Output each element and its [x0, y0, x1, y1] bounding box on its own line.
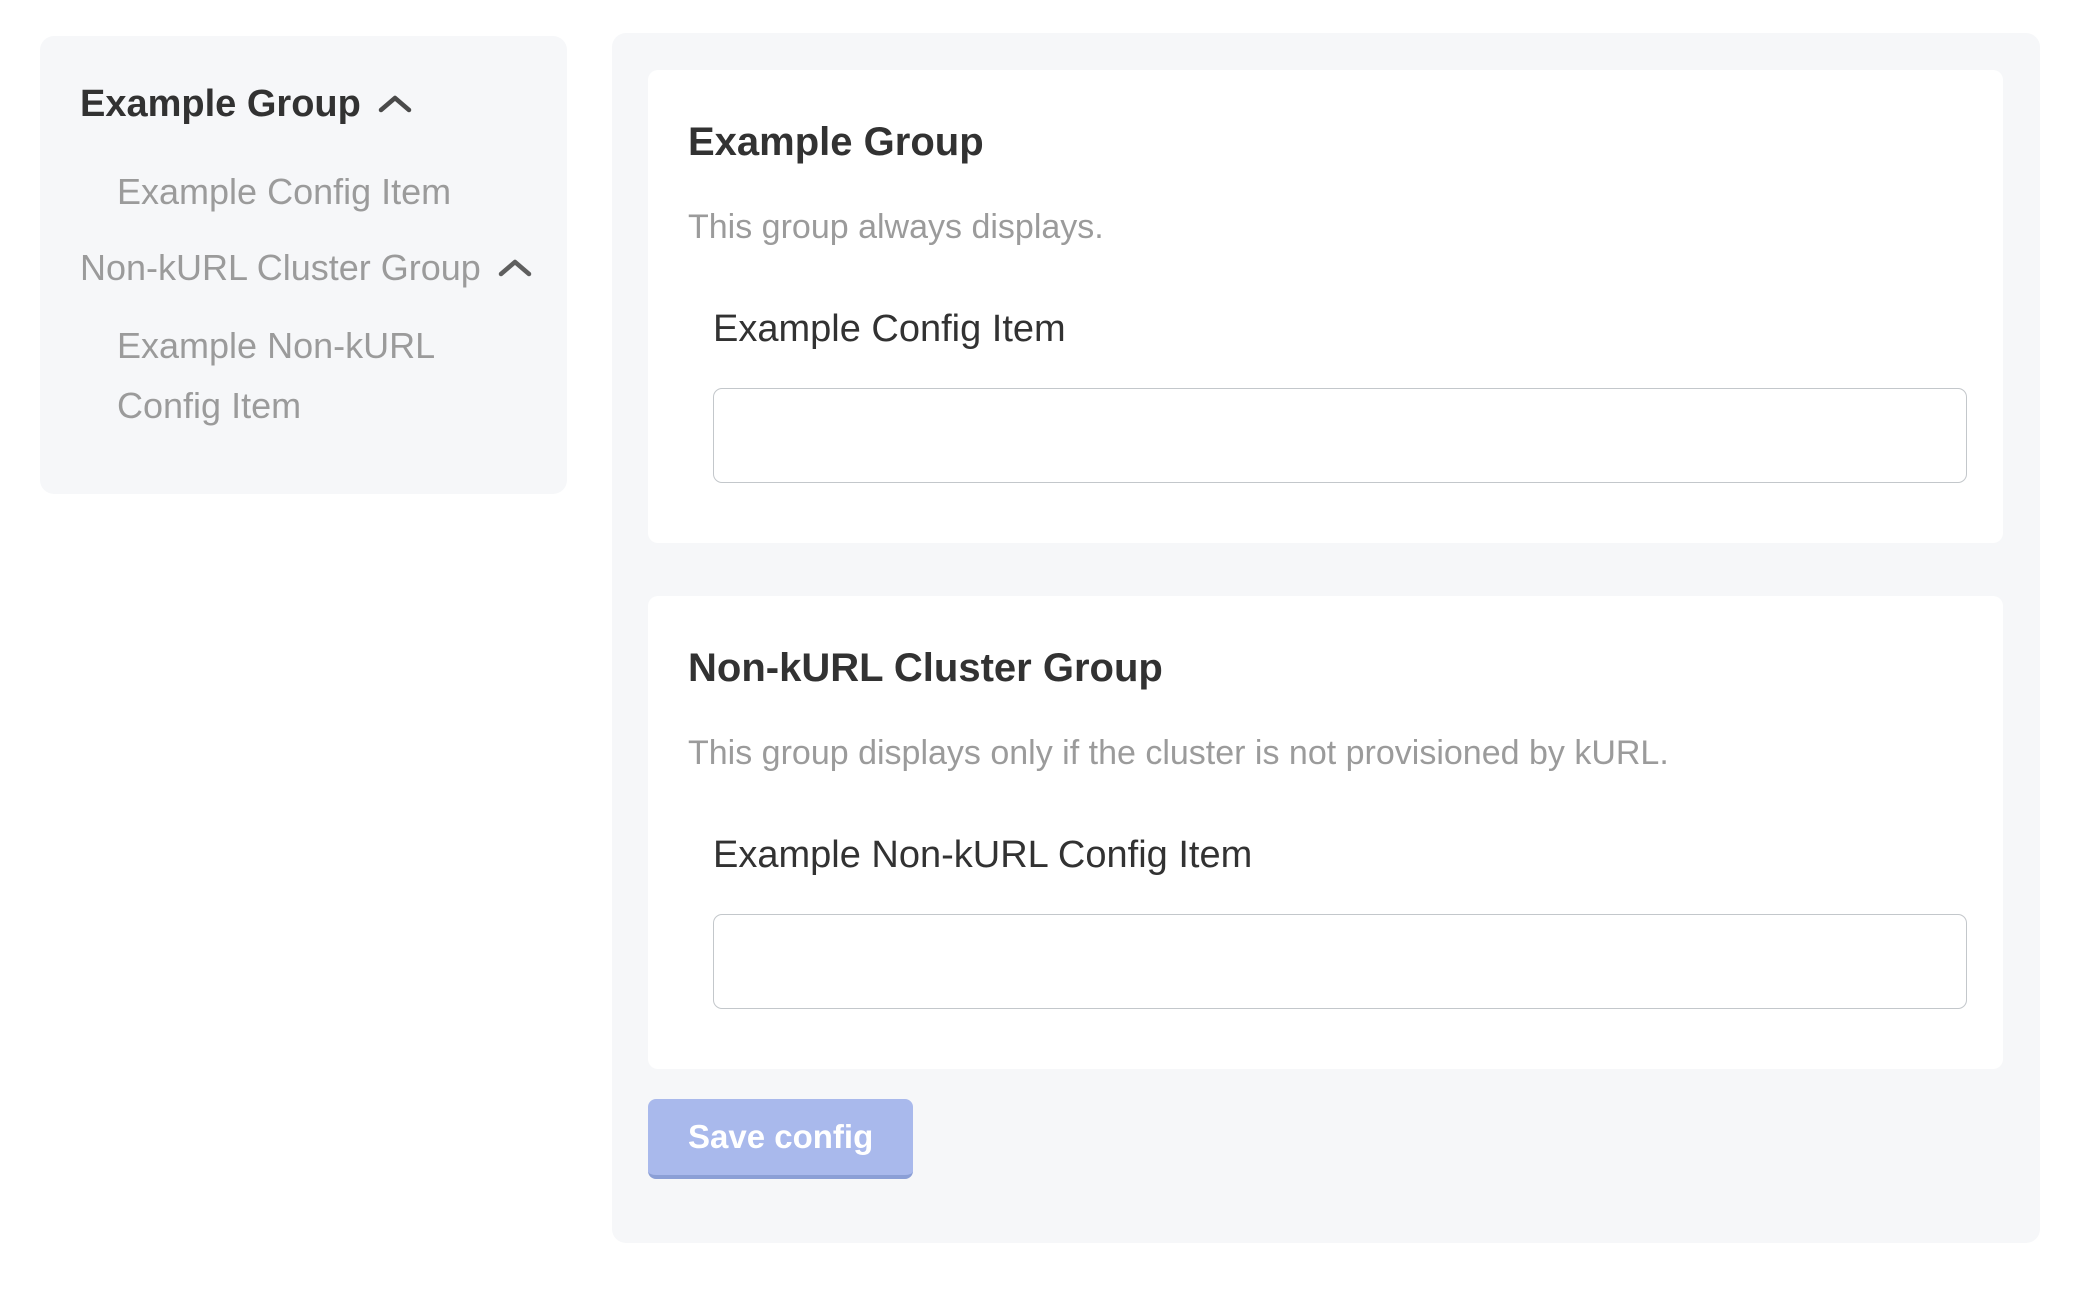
config-panel: Example Group This group always displays…: [612, 33, 2040, 1243]
chevron-up-icon: [377, 94, 413, 114]
chevron-up-icon: [497, 258, 533, 278]
config-page: Example Group Example Config Item Non-kU…: [0, 0, 2084, 1243]
example-config-item-input[interactable]: [713, 388, 1967, 483]
config-nav-sidebar: Example Group Example Config Item Non-kU…: [40, 36, 567, 494]
nav-group-example-group[interactable]: Example Group: [80, 80, 527, 128]
config-group-card-non-kurl-cluster-group: Non-kURL Cluster Group This group displa…: [648, 596, 2003, 1069]
group-description: This group always displays.: [688, 206, 1967, 248]
group-title: Example Group: [688, 118, 1967, 166]
group-description: This group displays only if the cluster …: [688, 732, 1967, 774]
config-field: Example Non-kURL Config Item: [713, 832, 1967, 1009]
config-field: Example Config Item: [713, 306, 1967, 483]
nav-group-label: Non-kURL Cluster Group: [80, 244, 481, 292]
nav-item-example-non-kurl-config-item[interactable]: Example Non-kURL Config Item: [117, 316, 457, 436]
group-title: Non-kURL Cluster Group: [688, 644, 1967, 692]
save-config-button[interactable]: Save config: [648, 1099, 913, 1179]
config-item-label: Example Config Item: [713, 306, 1967, 352]
example-non-kurl-config-item-input[interactable]: [713, 914, 1967, 1009]
config-item-label: Example Non-kURL Config Item: [713, 832, 1967, 878]
nav-item-example-config-item[interactable]: Example Config Item: [117, 162, 527, 222]
nav-group-non-kurl-cluster-group[interactable]: Non-kURL Cluster Group: [80, 244, 527, 292]
config-group-card-example-group: Example Group This group always displays…: [648, 70, 2003, 543]
nav-group-label: Example Group: [80, 80, 361, 128]
